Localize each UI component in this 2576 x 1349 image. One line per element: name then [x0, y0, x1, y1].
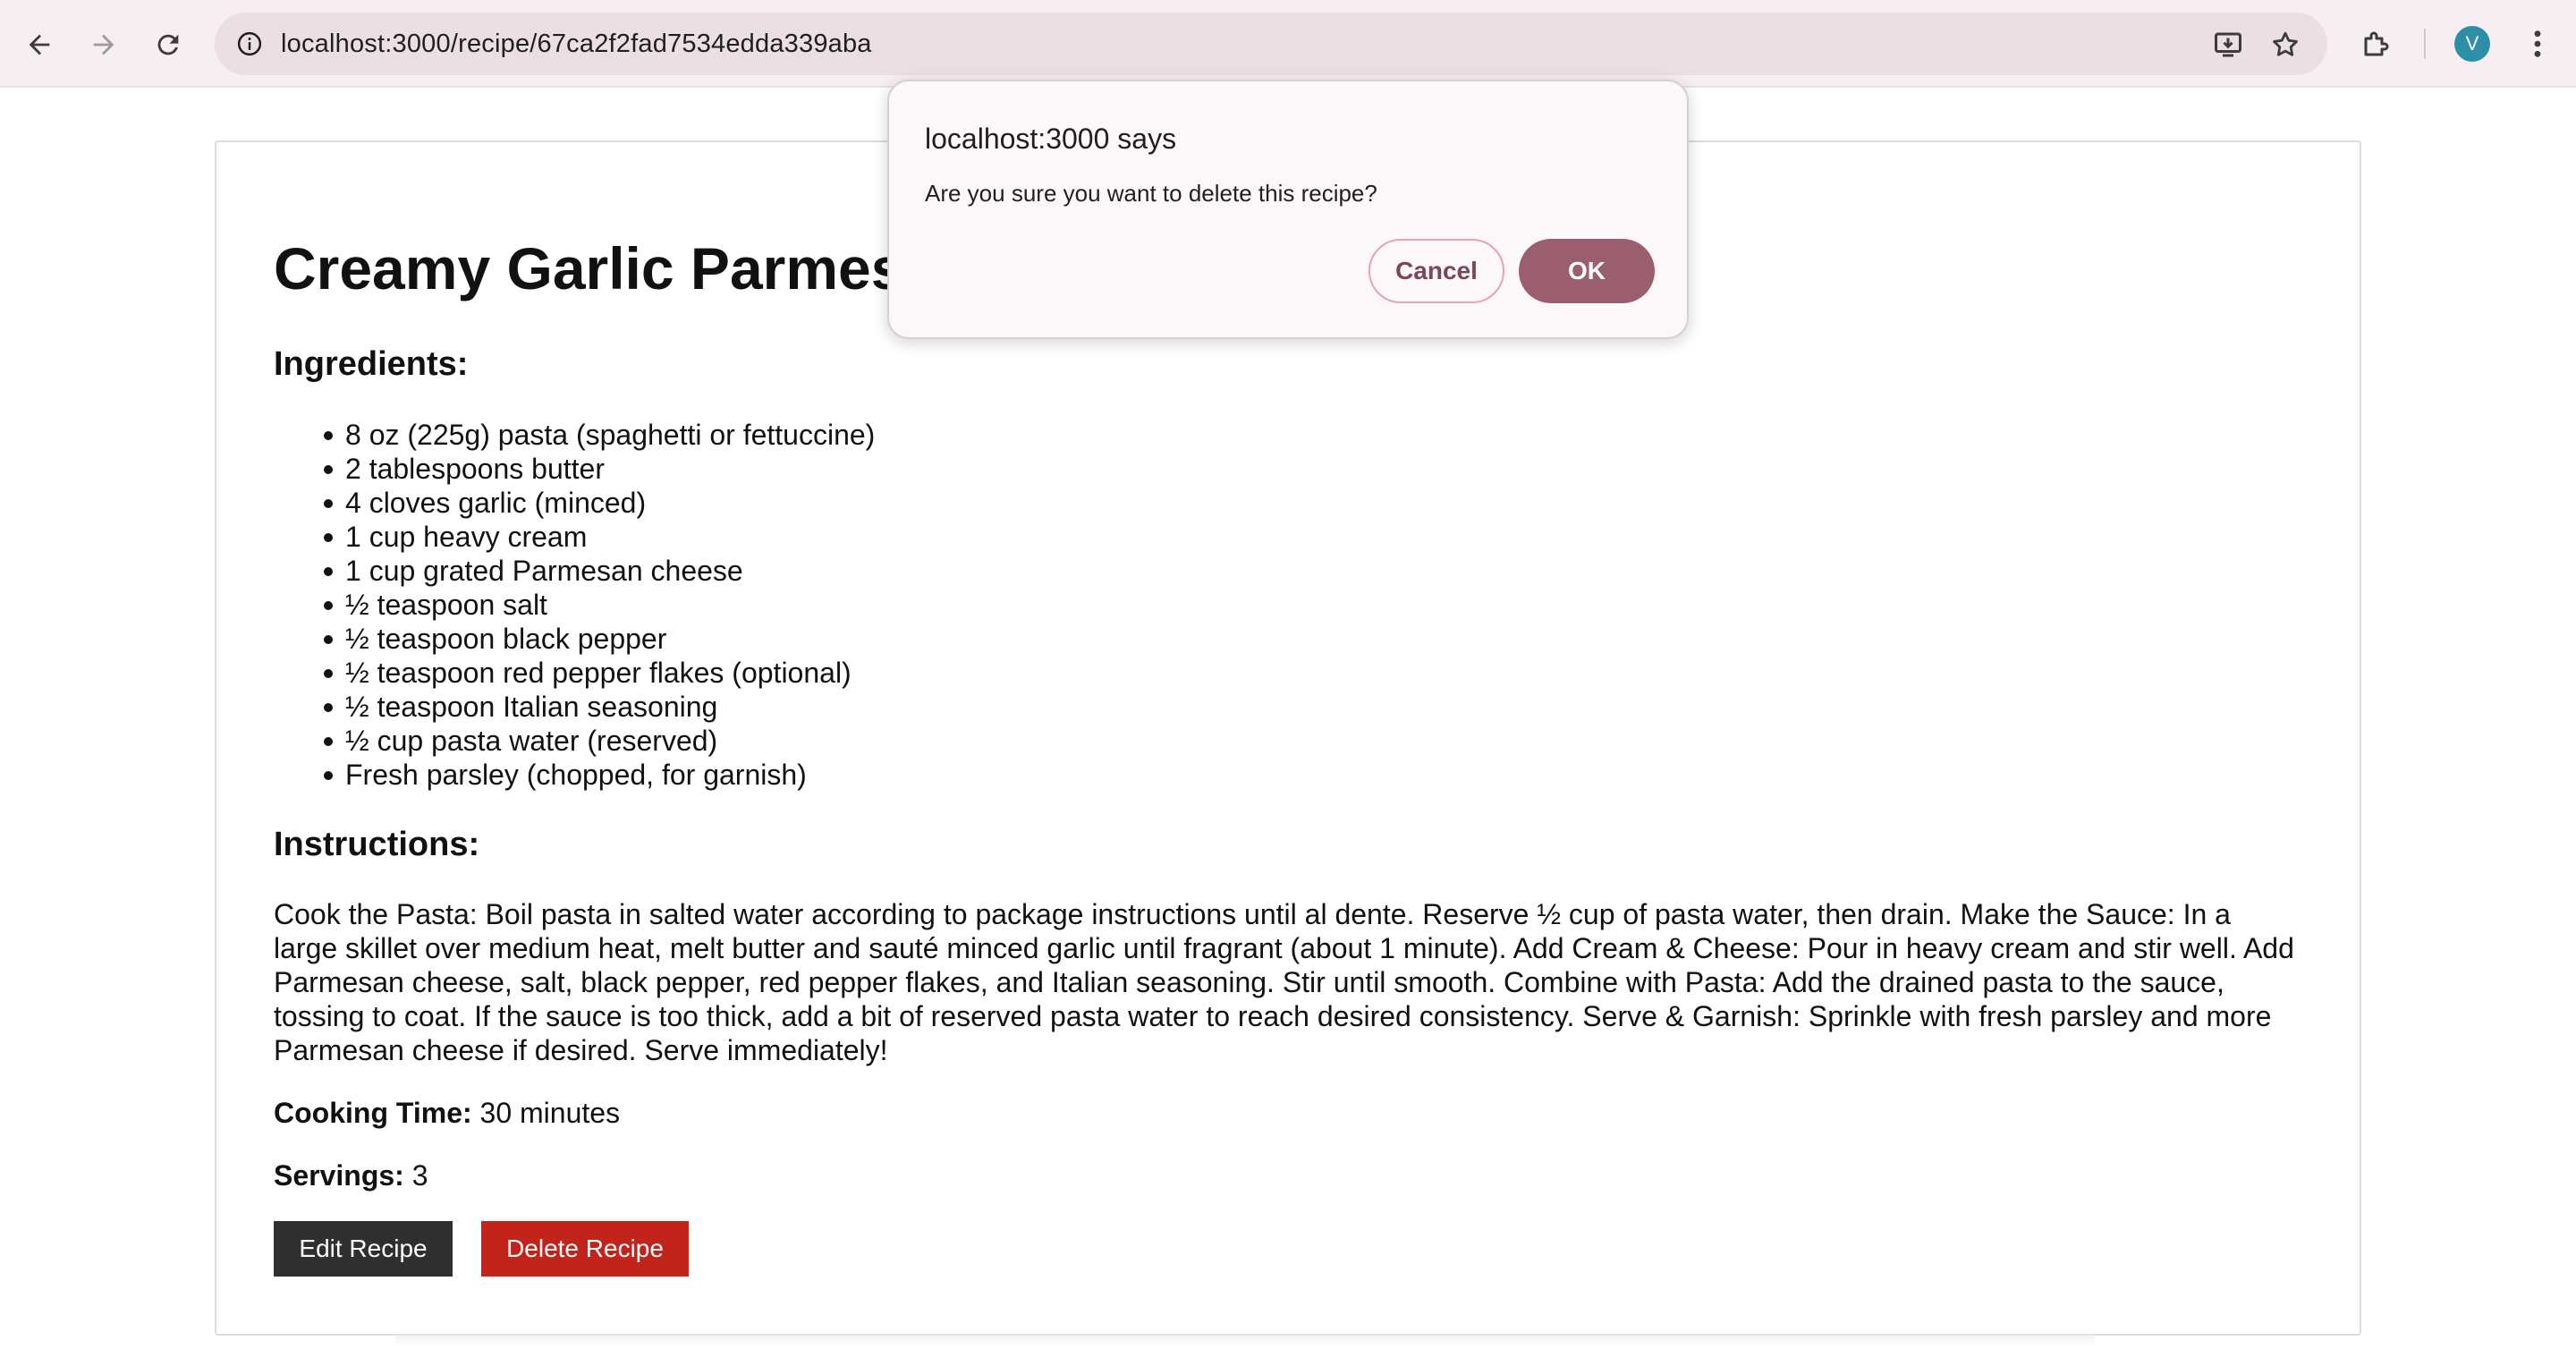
servings: Servings: 3 — [274, 1159, 428, 1192]
back-button[interactable] — [16, 21, 63, 68]
ingredient-text: 4 cloves garlic (minced) — [345, 487, 647, 519]
ingredient-text: 8 oz (225g) pasta (spaghetti or fettucci… — [345, 419, 876, 451]
kebab-menu-icon[interactable] — [2519, 25, 2556, 63]
cooking-time-value: 30 minutes — [479, 1097, 621, 1129]
ingredient-text: ½ teaspoon salt — [345, 589, 547, 621]
list-item: 1 cup heavy cream — [274, 520, 875, 554]
install-app-icon[interactable] — [2210, 27, 2246, 63]
bullet — [324, 601, 333, 610]
list-item: Fresh parsley (chopped, for garnish) — [274, 758, 875, 792]
edit-recipe-button[interactable]: Edit Recipe — [274, 1221, 453, 1277]
bullet — [324, 431, 333, 440]
list-item: 1 cup grated Parmesan cheese — [274, 554, 875, 588]
info-icon[interactable] — [233, 27, 267, 61]
servings-value: 3 — [411, 1159, 428, 1192]
bullet — [324, 465, 333, 474]
ingredient-text: Fresh parsley (chopped, for garnish) — [345, 759, 807, 791]
browser-toolbar: localhost:3000/recipe/67ca2f2fad7534edda… — [0, 0, 2576, 88]
list-item: 8 oz (225g) pasta (spaghetti or fettucci… — [274, 418, 875, 452]
servings-label: Servings: — [274, 1159, 404, 1192]
card-shadow — [395, 1334, 2095, 1346]
list-item: ½ teaspoon Italian seasoning — [274, 690, 875, 724]
toolbar-divider — [2424, 29, 2426, 59]
reload-button[interactable] — [145, 21, 191, 68]
ingredient-text: ½ cup pasta water (reserved) — [345, 725, 718, 757]
address-bar[interactable]: localhost:3000/recipe/67ca2f2fad7534edda… — [215, 13, 2327, 75]
arrow-left-icon — [29, 34, 50, 55]
list-item: 2 tablespoons butter — [274, 452, 875, 486]
url-text[interactable]: localhost:3000/recipe/67ca2f2fad7534edda… — [281, 13, 872, 75]
list-item: ½ teaspoon salt — [274, 588, 875, 622]
list-item: ½ teaspoon black pepper — [274, 622, 875, 656]
arrow-right-icon — [93, 34, 114, 55]
ingredients-list: 8 oz (225g) pasta (spaghetti or fettucci… — [274, 418, 875, 792]
ingredient-text: 1 cup heavy cream — [345, 521, 588, 553]
list-item: 4 cloves garlic (minced) — [274, 486, 875, 520]
instructions-heading: Instructions: — [274, 826, 480, 863]
ingredient-text: 2 tablespoons butter — [345, 453, 605, 485]
bullet — [324, 771, 333, 780]
bullet — [324, 567, 333, 576]
list-item: ½ teaspoon red pepper flakes (optional) — [274, 656, 875, 690]
puzzle-icon[interactable] — [2358, 25, 2395, 63]
reload-icon — [157, 34, 179, 55]
list-item: ½ cup pasta water (reserved) — [274, 724, 875, 758]
bullet — [324, 669, 333, 678]
avatar[interactable]: V — [2454, 26, 2490, 62]
dialog-message: Are you sure you want to delete this rec… — [925, 180, 1377, 207]
bullet — [324, 635, 333, 644]
ok-button[interactable]: OK — [1519, 239, 1655, 303]
bullet — [324, 499, 333, 508]
delete-recipe-button[interactable]: Delete Recipe — [481, 1221, 689, 1277]
ingredient-text: ½ teaspoon Italian seasoning — [345, 691, 718, 723]
star-icon[interactable] — [2267, 27, 2303, 63]
confirm-dialog: localhost:3000 says Are you sure you wan… — [887, 80, 1689, 339]
ingredient-text: 1 cup grated Parmesan cheese — [345, 555, 743, 587]
bullet — [324, 533, 333, 542]
ingredient-text: ½ teaspoon black pepper — [345, 623, 667, 655]
bullet — [324, 737, 333, 746]
cooking-time: Cooking Time: 30 minutes — [274, 1097, 620, 1130]
cooking-time-label: Cooking Time: — [274, 1097, 472, 1129]
forward-button[interactable] — [80, 21, 127, 68]
bullet — [324, 703, 333, 712]
ingredients-heading: Ingredients: — [274, 345, 469, 383]
instructions-text: Cook the Pasta: Boil pasta in salted wat… — [274, 898, 2294, 1066]
cancel-button[interactable]: Cancel — [1368, 239, 1504, 303]
ingredient-text: ½ teaspoon red pepper flakes (optional) — [345, 657, 852, 689]
dialog-title: localhost:3000 says — [925, 123, 1177, 155]
